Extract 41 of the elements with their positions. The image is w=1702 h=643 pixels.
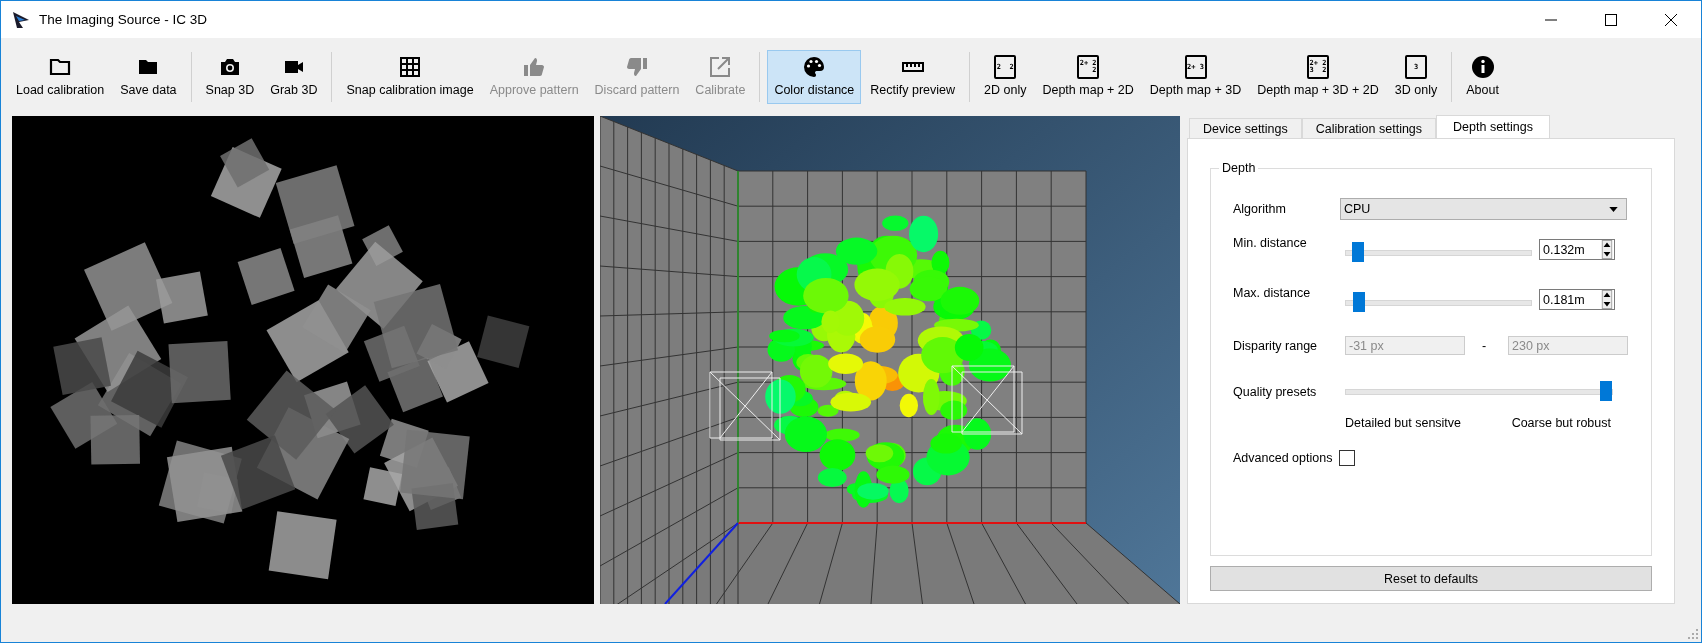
field-label: Algorithm	[1233, 202, 1287, 216]
resize-grip-icon[interactable]	[1688, 629, 1698, 639]
spin-box[interactable]: 0.181m	[1539, 289, 1615, 310]
field-label: Min. distance	[1233, 236, 1308, 250]
field-label: Quality presets	[1233, 385, 1318, 399]
spin-box[interactable]: 0.132m	[1539, 239, 1615, 260]
checkbox-label: Advanced options	[1233, 451, 1333, 465]
settings-tab[interactable]: Device settings	[1189, 118, 1302, 138]
slider-thumb[interactable]	[1353, 292, 1366, 312]
toolbar-button[interactable]: Rectify preview	[863, 50, 963, 104]
info-icon	[1470, 55, 1495, 79]
toolbar-button[interactable]: Snap calibration image	[339, 50, 481, 104]
checkbox[interactable]	[1339, 450, 1356, 466]
field-label: Max. distance	[1233, 286, 1312, 300]
settings-tab[interactable]: Calibration settings	[1301, 118, 1437, 138]
caret-icon	[1609, 206, 1618, 212]
spin-arrows-icon[interactable]	[1601, 240, 1613, 259]
reset-button[interactable]: Reset to defaults	[1210, 566, 1652, 591]
range-separator: -	[1480, 338, 1488, 353]
window-title: The Imaging Source - IC 3D	[39, 12, 209, 27]
thumbs-up-icon	[522, 55, 547, 79]
slider-max-label: Coarse but robust	[1511, 416, 1611, 430]
algorithm-dropdown[interactable]: CPU	[1340, 198, 1627, 220]
toolbar-button[interactable]: Color distance	[767, 50, 862, 104]
toolbar-button[interactable]: Save data	[113, 50, 184, 104]
field-label: Disparity range	[1233, 338, 1319, 353]
slider-min-label: Detailed but sensitve	[1345, 416, 1462, 430]
toolbar-button[interactable]: Load calibration	[9, 50, 112, 104]
app-logo-icon	[11, 9, 31, 30]
slider-thumb[interactable]	[1600, 381, 1612, 401]
slider-thumb[interactable]	[1351, 242, 1364, 262]
toolbar-button[interactable]: Snap 3D	[198, 50, 262, 104]
thumbs-down-icon	[624, 55, 649, 79]
spin-arrows-icon[interactable]	[1601, 290, 1613, 309]
settings-tab[interactable]: Depth settings	[1436, 115, 1550, 138]
group-title: Depth	[1221, 161, 1257, 175]
toolbar-button[interactable]: Grab 3D	[263, 50, 325, 104]
external-link-icon	[708, 55, 733, 79]
grid-icon	[398, 55, 423, 79]
palette-icon	[802, 55, 827, 79]
toolbar-button[interactable]: About	[1459, 50, 1506, 104]
